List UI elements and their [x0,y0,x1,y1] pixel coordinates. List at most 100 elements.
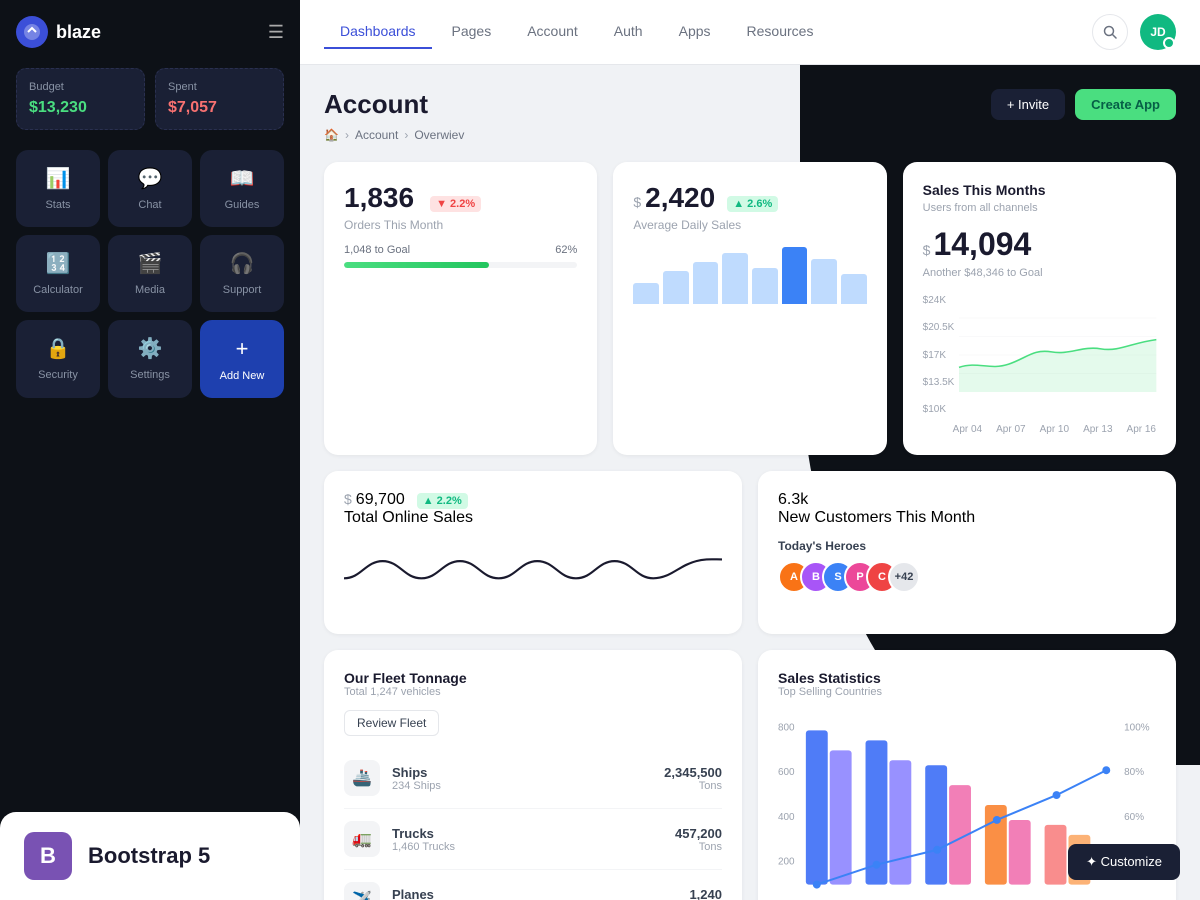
svg-text:80%: 80% [1124,767,1144,778]
orders-badge: ▼ 2.2% [430,196,481,212]
fleet-row-trucks: 🚛 Trucks 1,460 Trucks 457,200 Tons [344,809,722,870]
fleet-name-planes: Planes 8 Aircrafts [392,887,689,900]
ships-unit: Tons [664,780,722,792]
invite-button[interactable]: + Invite [991,89,1065,120]
nav-link-auth[interactable]: Auth [598,15,659,49]
fleet-card: Our Fleet Tonnage Total 1,247 vehicles R… [324,650,742,900]
bar-4 [722,253,748,304]
y-label-5: $10K [923,404,955,415]
add-new-label: Add New [220,370,265,382]
x-label-4: Apr 13 [1083,424,1112,435]
main-content: Dashboards Pages Account Auth Apps Resou… [300,0,1200,900]
sales-month-sub: Users from all channels [923,202,1156,214]
orders-value: 1,836 [344,182,414,214]
bar-7 [811,259,837,304]
fleet-sub: Total 1,247 vehicles [344,686,722,698]
y-label-3: $17K [923,350,955,361]
logo-text: blaze [56,22,101,43]
goal-pct: 62% [555,244,577,256]
progress-bar-bg [344,262,577,268]
x-label-1: Apr 04 [953,424,982,435]
review-fleet-button[interactable]: Review Fleet [344,710,439,736]
sidebar-item-guides[interactable]: 📖 Guides [200,150,284,227]
sales-month-title: Sales This Months [923,182,1156,198]
x-label-3: Apr 10 [1040,424,1069,435]
sidebar-item-add-new[interactable]: + Add New [200,320,284,398]
sales-stats-title: Sales Statistics [778,670,1156,686]
user-avatar[interactable]: JD [1140,14,1176,50]
heroes-section: Today's Heroes A B S P C +42 [778,539,1156,593]
chat-icon: 💬 [138,166,163,191]
bootstrap-icon: B [24,832,72,880]
sidebar-item-calculator[interactable]: 🔢 Calculator [16,235,100,312]
sidebar-item-security[interactable]: 🔒 Security [16,320,100,398]
fleet-row-ships: 🚢 Ships 234 Ships 2,345,500 Tons [344,748,722,809]
nav-link-account[interactable]: Account [511,15,594,49]
trucks-icon: 🚛 [344,821,380,857]
svg-text:400: 400 [778,812,795,823]
svg-text:100%: 100% [1124,722,1150,733]
sales-month-card: Sales This Months Users from all channel… [903,162,1176,455]
menu-icon[interactable]: ☰ [268,22,284,43]
ships-amount: 2,345,500 [664,765,722,780]
sidebar-item-media[interactable]: 🎬 Media [108,235,192,312]
nav-link-resources[interactable]: Resources [731,15,830,49]
budget-cards: Budget $13,230 Spent $7,057 [16,68,284,130]
trucks-count: 1,460 Trucks [392,841,675,853]
daily-sales-prefix: $ [633,194,641,210]
logo-icon [16,16,48,48]
x-label-5: Apr 16 [1127,424,1156,435]
sidebar-logo: blaze [16,16,101,48]
nav-link-pages[interactable]: Pages [436,15,508,49]
fleet-value-ships: 2,345,500 Tons [664,765,722,792]
daily-sales-value: 2,420 [645,182,715,214]
calculator-icon: 🔢 [46,251,71,276]
sales-sub-text: Another $48,346 to Goal [923,267,1156,279]
svg-text:60%: 60% [1124,812,1144,823]
daily-sales-badge: ▲ 2.6% [727,196,778,212]
stats-label: Stats [45,199,70,211]
fleet-row-planes: ✈️ Planes 8 Aircrafts 1,240 Tons [344,870,722,900]
trucks-name: Trucks [392,826,675,841]
chat-label: Chat [138,199,161,211]
stats-icon: 📊 [46,166,71,191]
svg-text:600: 600 [778,767,795,778]
nav-link-dashboards[interactable]: Dashboards [324,15,432,49]
wavy-chart [344,539,722,614]
calculator-label: Calculator [33,284,83,296]
media-label: Media [135,284,165,296]
nav-grid: 📊 Stats 💬 Chat 📖 Guides 🔢 Calculator 🎬 M… [16,150,284,312]
goal-label: 1,048 to Goal [344,244,410,256]
media-icon: 🎬 [138,251,163,276]
sidebar-item-support[interactable]: 🎧 Support [200,235,284,312]
search-icon [1103,25,1117,39]
mini-bar-chart [633,244,866,304]
breadcrumb-home: 🏠 [324,128,339,142]
orders-progress: 1,048 to Goal 62% [344,244,577,268]
progress-bar-fill [344,262,489,268]
budget-card: Budget $13,230 [16,68,145,130]
sidebar-item-settings[interactable]: ⚙️ Settings [108,320,192,398]
new-customers-value: 6.3k [778,491,1156,509]
create-app-button[interactable]: Create App [1075,89,1176,120]
trucks-amount: 457,200 [675,826,722,841]
nav-link-apps[interactable]: Apps [663,15,727,49]
search-button[interactable] [1092,14,1128,50]
breadcrumb: 🏠 › Account › Overwiev [324,128,1176,142]
svg-text:200: 200 [778,857,795,868]
settings-label: Settings [130,369,170,381]
hero-avatar-count: +42 [888,561,920,593]
support-icon: 🎧 [230,251,255,276]
top-nav-right: JD [1092,14,1176,50]
sidebar-item-chat[interactable]: 💬 Chat [108,150,192,227]
svg-text:800: 800 [778,722,795,733]
fleet-name-trucks: Trucks 1,460 Trucks [392,826,675,853]
planes-icon: ✈️ [344,882,380,900]
sales-big-value: 14,094 [933,226,1031,263]
new-customers-card: 6.3k New Customers This Month Today's He… [758,471,1176,634]
sidebar: blaze ☰ Budget $13,230 Spent $7,057 📊 St… [0,0,300,900]
customize-button[interactable]: ✦ Customize [1068,844,1180,880]
sidebar-item-stats[interactable]: 📊 Stats [16,150,100,227]
page-header: Account + Invite Create App [324,89,1176,120]
ships-name: Ships [392,765,664,780]
